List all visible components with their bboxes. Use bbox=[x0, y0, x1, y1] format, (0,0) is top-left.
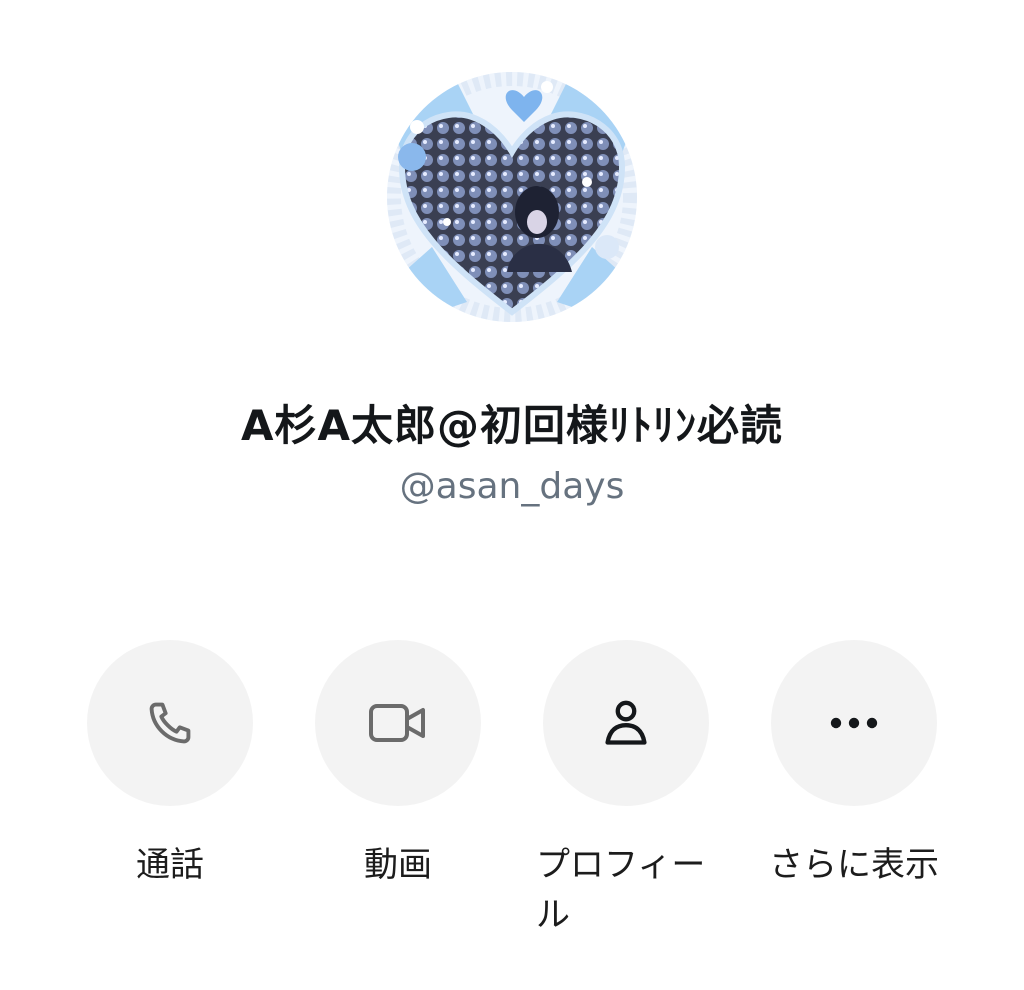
video-button[interactable]: 動画 bbox=[315, 640, 481, 890]
video-button-circle[interactable] bbox=[315, 640, 481, 806]
call-button-circle[interactable] bbox=[87, 640, 253, 806]
profile-label: プロフィール bbox=[536, 845, 706, 935]
profile-button[interactable]: プロフィール bbox=[536, 640, 709, 940]
call-button[interactable]: 通話 bbox=[87, 640, 253, 890]
call-label: 通話 bbox=[136, 845, 204, 885]
display-name: A杉A太郎@初回様ﾘﾄﾘﾝ必読 bbox=[240, 401, 783, 450]
more-button[interactable]: さらに表示 bbox=[769, 640, 939, 890]
phone-icon bbox=[149, 702, 191, 744]
more-button-circle[interactable] bbox=[771, 640, 937, 806]
profile-button-circle[interactable] bbox=[543, 640, 709, 806]
video-label: 動画 bbox=[364, 845, 432, 885]
user-handle: @asan_days bbox=[399, 466, 625, 507]
more-label: さらに表示 bbox=[769, 845, 939, 885]
avatar[interactable] bbox=[387, 72, 637, 322]
more-icon bbox=[830, 717, 878, 729]
avatar-image bbox=[387, 72, 637, 322]
person-icon bbox=[605, 700, 647, 745]
video-icon bbox=[369, 704, 425, 742]
